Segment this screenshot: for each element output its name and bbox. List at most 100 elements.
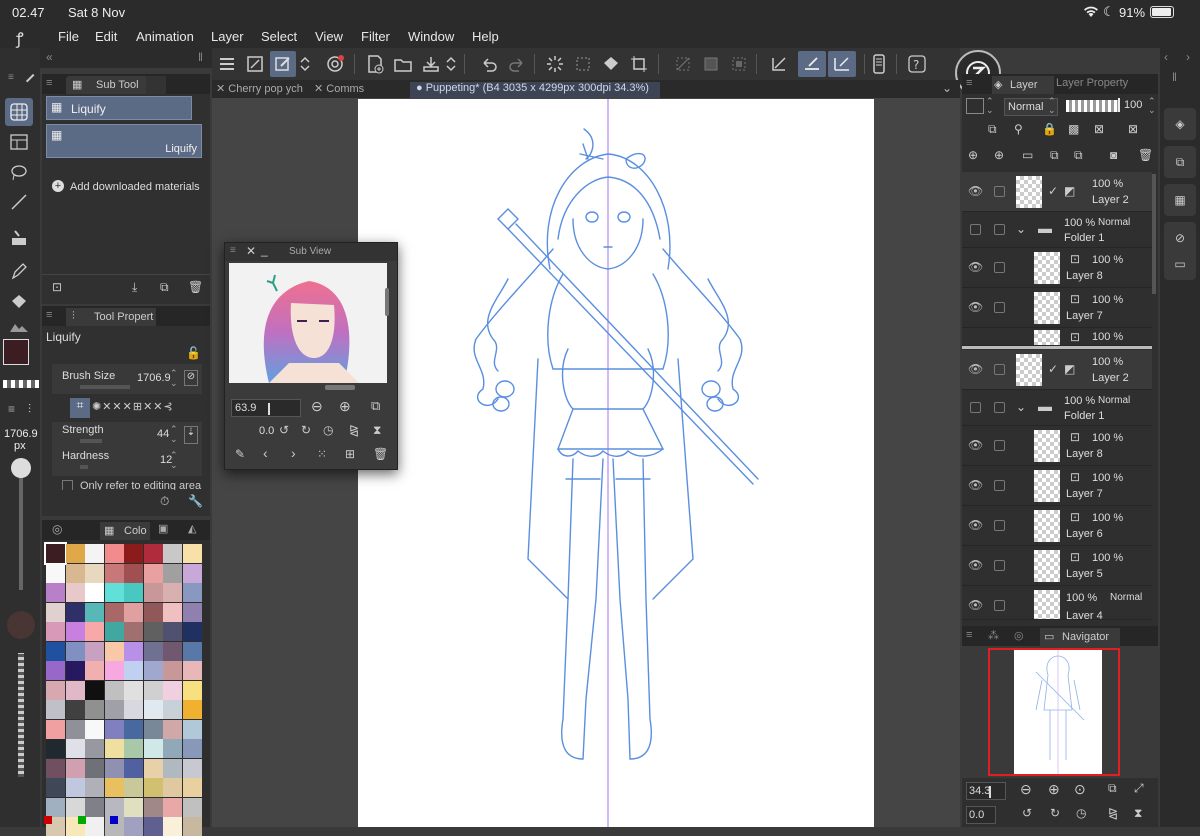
navigator-viewport-rect[interactable] [988,648,1120,776]
color-swatch[interactable] [65,719,85,739]
trash-icon[interactable]: 🗑 [1138,148,1153,162]
color-swatch[interactable] [65,778,85,797]
opacity-stepper-icon[interactable]: ⌃ ⌄ [1148,97,1156,115]
transform-icon[interactable] [242,51,268,77]
brush-size-bar[interactable] [80,385,130,389]
color-swatch[interactable] [182,602,202,622]
color-swatch[interactable] [46,758,65,778]
pen-tool-icon[interactable] [5,258,33,286]
color-swatch[interactable] [65,700,85,719]
layer-color-icon[interactable] [966,98,984,114]
snap-grid-icon[interactable] [828,51,856,77]
color-swatch[interactable] [182,641,202,661]
tab-tool-property[interactable]: ⫶ Tool Propert [66,308,156,326]
intermediate-color-icon[interactable]: ▣ [158,522,168,535]
redo-icon[interactable] [504,51,530,77]
mask-enable-icon[interactable]: ⊠ [1094,122,1104,136]
add-circle-icon[interactable]: + [52,180,64,192]
add-materials-link[interactable]: Add downloaded materials [70,181,200,193]
lock-alpha-icon[interactable]: ▩ [1068,122,1079,136]
layer-row[interactable]: 👁 ⊡ 100 % Layer 8 [962,248,1152,288]
lock-checkbox[interactable] [994,600,1005,611]
color-swatch[interactable] [85,700,104,719]
color-swatch[interactable] [46,700,65,719]
quick-access-icon[interactable] [270,51,296,77]
transparent-color-swatch[interactable] [3,380,39,388]
strength-stepper[interactable]: ⌃ ⌄ [170,424,178,444]
fill-tool-icon[interactable] [5,224,33,252]
lock-checkbox[interactable] [994,186,1005,197]
trash-icon[interactable]: 🗑 [188,280,203,294]
zoom-out-icon[interactable]: ⊖ [311,398,323,415]
refer-row[interactable]: Only refer to editing area [52,478,202,490]
snap-special-ruler-icon[interactable] [798,51,826,77]
previous-image-icon[interactable]: ‹ [263,445,268,461]
navigator-zoom-field[interactable]: 34.3 [966,782,1006,800]
flip-vertical-icon[interactable]: ⧗ [373,423,381,438]
canvas-paper[interactable] [358,99,874,827]
layer-row[interactable]: 👁 100 % Normal Layer 4 [962,586,1152,620]
invert-selection-icon[interactable] [698,51,724,77]
clear-selection-icon[interactable] [570,51,596,77]
color-swatch[interactable] [143,622,163,641]
lock-checkbox[interactable] [994,520,1005,531]
color-swatch[interactable] [143,544,163,563]
color-swatch[interactable] [65,583,85,602]
sub-view-zoom-field[interactable]: 63.9 [231,399,301,417]
size-slider-track[interactable] [19,466,23,590]
duplicate-icon[interactable]: ⧉ [160,280,169,295]
menu-select[interactable]: Select [261,29,297,44]
color-swatch[interactable] [124,622,143,641]
color-swatch[interactable] [104,778,124,797]
color-swatch[interactable] [182,583,202,602]
lock-checkbox[interactable] [994,262,1005,273]
menu-animation[interactable]: Animation [136,29,194,44]
crop-icon[interactable] [626,51,652,77]
help-icon[interactable]: ? [904,51,930,77]
new-canvas-icon[interactable] [362,51,388,77]
color-swatch[interactable] [85,739,104,758]
opacity-slider[interactable] [1066,100,1118,112]
color-swatch[interactable] [46,583,65,602]
color-swatch[interactable] [182,563,202,583]
import-image-icon[interactable]: ⊞ [345,447,355,461]
lock-checkbox[interactable] [994,402,1005,413]
color-swatch[interactable] [65,641,85,661]
color-swatch[interactable] [163,622,182,641]
menu-filter[interactable]: Filter [361,29,390,44]
color-swatch[interactable] [65,622,85,641]
chevron-down-icon[interactable]: ⌄ [1016,222,1026,236]
menu-layer[interactable]: Layer [211,29,244,44]
new-vector-layer-icon[interactable]: ⊕ [994,148,1004,162]
color-swatch[interactable] [143,758,163,778]
save-icon[interactable] [418,51,444,77]
brush-size-row[interactable]: Brush Size 1706.9 ⌃ ⌄ ⊘ [52,364,202,394]
color-swatch[interactable] [163,563,182,583]
material-icon[interactable]: ⊡ [52,280,62,294]
fill-icon[interactable] [598,51,624,77]
color-swatch[interactable] [163,602,182,622]
color-swatch[interactable] [163,739,182,758]
color-swatch[interactable] [46,661,65,680]
grid-view-icon[interactable]: ⁙ [317,447,327,461]
color-swatch[interactable] [85,719,104,739]
navigator-rotation-field[interactable]: 0.0 [966,806,996,824]
reference-image[interactable] [229,263,387,383]
lock-icon[interactable]: 🔒 [1042,122,1057,136]
color-swatch[interactable] [65,680,85,700]
layer-search-tab-icon[interactable]: ⁂ [988,629,999,642]
menu-file[interactable]: File [58,29,79,44]
rotate-left-icon[interactable]: ↺ [279,423,289,437]
refer-checkbox[interactable] [62,480,73,490]
color-swatch[interactable] [124,680,143,700]
history-tab-icon[interactable]: ◎ [1014,629,1024,642]
close-icon[interactable]: ✕ [314,83,326,95]
record-icon[interactable] [322,51,348,77]
zoom-slider-handle[interactable] [268,403,270,415]
reset-rotation-icon[interactable]: ◷ [323,423,333,437]
color-swatch[interactable] [104,719,124,739]
layer-row[interactable]: 👁 ⊡ 100 % Layer 6 [962,506,1152,546]
color-swatch[interactable] [85,544,104,563]
color-swatch[interactable] [44,542,67,565]
color-swatch[interactable] [182,661,202,680]
